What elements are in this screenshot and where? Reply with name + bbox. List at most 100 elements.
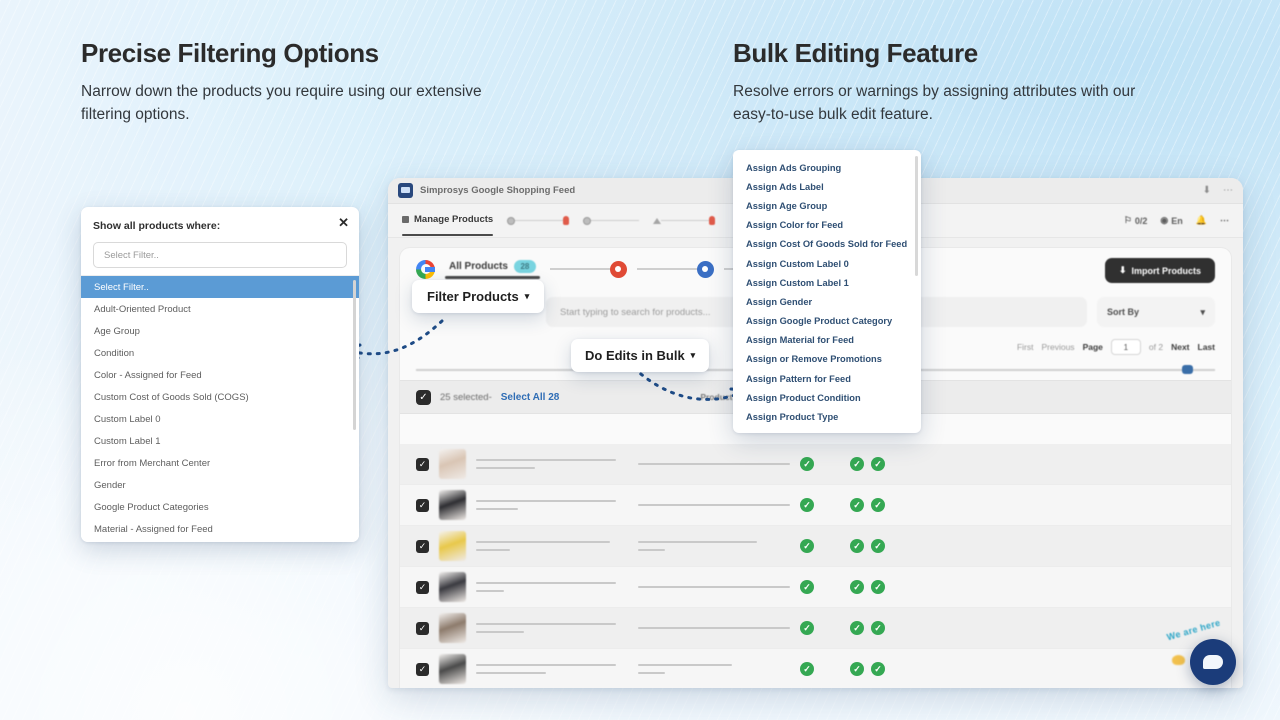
placeholder-line <box>476 582 616 584</box>
select-all-link[interactable]: Select All 28 <box>501 392 560 403</box>
filter-option[interactable]: Gender <box>81 474 359 496</box>
chat-bubble-icon <box>1190 639 1236 685</box>
bulk-edit-option[interactable]: Assign Custom Label 1 <box>733 273 921 292</box>
filter-option[interactable]: Color - Assigned for Feed <box>81 364 359 386</box>
row-checkbox[interactable]: ✓ <box>416 498 429 512</box>
product-thumbnail <box>439 572 466 602</box>
filter-option[interactable]: Custom Label 0 <box>81 408 359 430</box>
filter-popup-title: Show all products where: <box>93 220 221 232</box>
filter-option[interactable]: Condition <box>81 342 359 364</box>
table-row[interactable]: ✓ ✓ ✓ ✓ <box>400 485 1231 526</box>
bulk-edit-option[interactable]: Assign or Remove Promotions <box>733 350 921 369</box>
bulk-edit-option[interactable]: Assign Google Product Category <box>733 312 921 331</box>
import-icon: ⬇ <box>1118 265 1127 275</box>
page-title-right: Bulk Editing Feature <box>733 38 978 68</box>
filter-option[interactable]: Material - Assigned for Feed <box>81 518 359 540</box>
import-products-button[interactable]: ⬇ Import Products <box>1104 258 1215 283</box>
product-thumbnail <box>439 654 466 684</box>
notification-bell-icon[interactable]: 🔔 <box>1196 215 1207 226</box>
scrollbar-thumb[interactable] <box>915 156 918 276</box>
filter-products-button[interactable]: Filter Products ▾ <box>412 280 545 313</box>
navbar-more-icon[interactable]: ⋯ <box>1220 215 1229 226</box>
step-connector <box>515 219 564 222</box>
row-checkbox[interactable]: ✓ <box>416 662 429 676</box>
pagination-page-label: Page <box>1082 342 1103 352</box>
product-category-placeholder <box>637 586 790 588</box>
step-connector <box>636 268 697 270</box>
close-icon[interactable]: ✕ <box>338 216 349 229</box>
row-checkbox[interactable]: ✓ <box>416 539 429 553</box>
status-check-pair: ✓ ✓ <box>850 457 885 471</box>
pagination-last[interactable]: Last <box>1198 342 1215 352</box>
status-check-icon: ✓ <box>850 457 864 471</box>
product-thumbnail <box>439 531 466 561</box>
bulk-edit-option[interactable]: Assign Color for Feed <box>733 216 921 235</box>
scrollbar-thumb[interactable] <box>353 280 356 430</box>
status-check-pair: ✓ ✓ <box>850 539 885 553</box>
scrollbar-knob-end[interactable] <box>1182 365 1193 374</box>
filter-option[interactable]: Product Idebtifiers Control <box>81 540 359 542</box>
row-checkbox[interactable]: ✓ <box>416 621 429 635</box>
status-check-icon: ✓ <box>871 621 885 635</box>
chat-widget-button[interactable] <box>1190 639 1236 685</box>
placeholder-line <box>476 631 524 633</box>
pagination-page-input[interactable]: 1 <box>1110 339 1141 355</box>
bulk-edit-option[interactable]: Assign Age Group <box>733 196 921 215</box>
table-row[interactable]: ✓ ✓ ✓ ✓ <box>400 567 1231 608</box>
step-connector <box>549 268 610 270</box>
filter-select-input[interactable]: Select Filter.. <box>93 242 347 268</box>
page-title-left: Precise Filtering Options <box>81 38 379 68</box>
table-row[interactable]: ✓ ✓ ✓ ✓ <box>400 608 1231 649</box>
bulk-edit-option[interactable]: Assign Ads Grouping <box>733 158 921 177</box>
table-row[interactable]: ✓ ✓ ✓ ✓ <box>400 444 1231 485</box>
bulk-edit-option[interactable]: Assign Product Condition <box>733 388 921 407</box>
promo-screenshot: Precise Filtering Options Narrow down th… <box>0 0 1280 720</box>
bulk-edit-menu: Assign Ads Grouping Assign Ads Label Assig… <box>733 150 921 433</box>
row-checkbox[interactable]: ✓ <box>416 580 429 594</box>
bulk-edit-option[interactable]: Assign Material for Feed <box>733 331 921 350</box>
filter-option[interactable]: Adult-Oriented Product <box>81 298 359 320</box>
filter-option[interactable]: Google Product Categories <box>81 496 359 518</box>
placeholder-line <box>476 459 616 461</box>
more-options-icon[interactable]: ⋯ <box>1223 185 1233 196</box>
do-edits-in-bulk-button[interactable]: Do Edits in Bulk ▾ <box>571 339 710 372</box>
bulk-edit-option[interactable]: Assign Custom Label 0 <box>733 254 921 273</box>
tab-all-products-label: All Products <box>449 260 508 272</box>
filter-option[interactable]: Custom Label 1 <box>81 430 359 452</box>
page-subtitle-right: Resolve errors or warnings by assigning … <box>733 83 1136 123</box>
row-checkbox[interactable]: ✓ <box>416 457 429 471</box>
tab-manage-products[interactable]: Manage Products <box>402 214 494 236</box>
status-check-icon: ✓ <box>800 457 814 471</box>
table-row[interactable]: ✓ ✓ ✓ ✓ <box>400 649 1231 688</box>
bulk-edit-option[interactable]: Assign Ads Label <box>733 177 921 196</box>
filter-option[interactable]: Custom Cost of Goods Sold (COGS) <box>81 386 359 408</box>
status-count: ⚐ 0/2 <box>1124 215 1148 226</box>
placeholder-line <box>476 541 611 543</box>
table-row[interactable]: ✓ ✓ ✓ ✓ <box>400 526 1231 567</box>
pagination-next[interactable]: Next <box>1171 342 1189 352</box>
row-status-icons: ✓ ✓ ✓ <box>800 662 1215 676</box>
status-check-icon: ✓ <box>800 580 814 594</box>
all-products-count-badge: 28 <box>513 259 536 273</box>
pagination-previous[interactable]: Previous <box>1041 342 1074 352</box>
bulk-edit-option[interactable]: Assign Pattern for Feed <box>733 369 921 388</box>
filter-products-label: Filter Products <box>427 289 519 304</box>
language-selector[interactable]: ◉ En <box>1160 215 1182 226</box>
sort-by-dropdown[interactable]: Sort By ▾ <box>1097 297 1215 327</box>
bulk-edit-option[interactable]: Assign Product Type <box>733 407 921 426</box>
filter-option[interactable]: Age Group <box>81 320 359 342</box>
step-triangle-icon <box>653 217 662 224</box>
filter-options-list[interactable]: Select Filter.. Adult-Oriented Product Age… <box>81 275 359 542</box>
filter-option[interactable]: Select Filter.. <box>81 276 359 298</box>
bulk-edit-option[interactable]: Assign Cost Of Goods Sold for Feed <box>733 235 921 254</box>
status-check-pair: ✓ ✓ <box>850 621 885 635</box>
filter-option[interactable]: Error from Merchant Center <box>81 452 359 474</box>
left-feature-heading-block: Precise Filtering Options Narrow down th… <box>81 38 501 126</box>
select-all-checkbox[interactable]: ✓ <box>416 389 431 405</box>
step-dot-blue-icon <box>696 260 714 278</box>
pagination-first[interactable]: First <box>1017 342 1034 352</box>
tab-all-products[interactable]: All Products 28 <box>445 259 540 279</box>
product-title-placeholder <box>476 664 616 674</box>
bulk-edit-option[interactable]: Assign Gender <box>733 292 921 311</box>
download-icon[interactable]: ⬇ <box>1203 185 1211 196</box>
